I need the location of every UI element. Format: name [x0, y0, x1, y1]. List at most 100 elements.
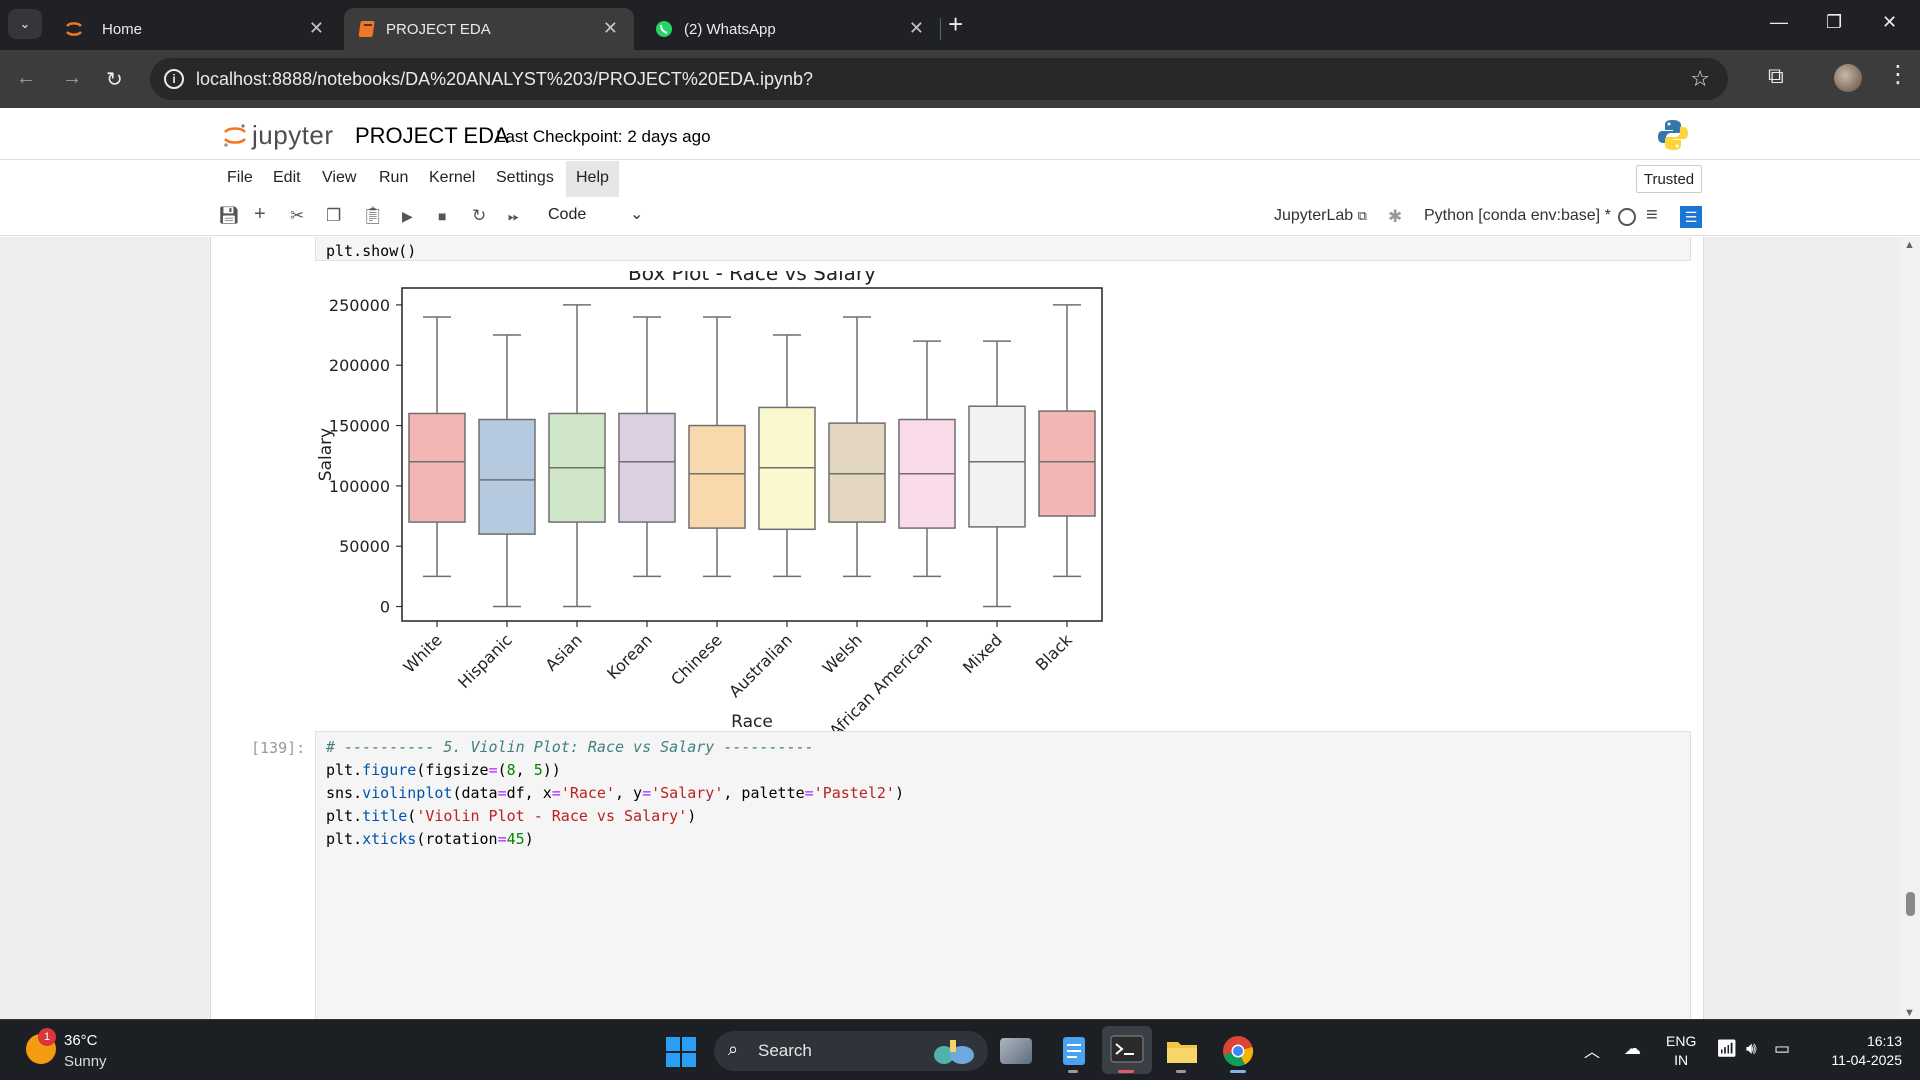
taskbar-search[interactable]: ⌕ Search: [714, 1031, 988, 1071]
active-indicator: [1118, 1070, 1134, 1073]
last-checkpoint: Last Checkpoint: 2 days ago: [496, 127, 711, 146]
scroll-up-icon[interactable]: ▲: [1904, 239, 1915, 251]
notepad-icon[interactable]: [1056, 1033, 1092, 1069]
task-view-icon[interactable]: [1000, 1038, 1032, 1064]
chart-title: Box Plot - Race vs Salary: [628, 271, 876, 285]
box-plot-output: Box Plot - Race vs Salary Race Salary 0 5…: [316, 271, 1103, 731]
menu-file[interactable]: File: [227, 169, 253, 187]
system-clock[interactable]: 16:13 11-04-2025: [1816, 1032, 1902, 1070]
bookmark-star-icon[interactable]: ☆: [1690, 66, 1710, 92]
menu-run[interactable]: Run: [379, 169, 408, 187]
paste-clipboard-icon[interactable]: 📋︎: [362, 206, 384, 226]
language-indicator[interactable]: ENG IN: [1666, 1032, 1696, 1070]
close-icon[interactable]: ✕: [309, 18, 324, 39]
extensions-puzzle-icon[interactable]: ⧉: [1768, 63, 1784, 89]
toc-list-icon[interactable]: ≡: [1646, 204, 1658, 227]
cell-type-select[interactable]: Code: [548, 206, 586, 224]
whatsapp-favicon-icon: [656, 21, 672, 37]
x-tick-label: Chinese: [667, 630, 726, 689]
browser-tab-bar: ⌄ Home ✕ PROJECT EDA ✕ (2) WhatsApp ✕ + …: [0, 0, 1920, 50]
notebook-favicon-icon: [358, 21, 375, 37]
box-white: [408, 412, 466, 523]
kernel-name[interactable]: Python [conda env:base] *: [1424, 207, 1611, 225]
open-jupyterlab-link[interactable]: JupyterLab ⧉: [1274, 207, 1367, 225]
file-explorer-folder-icon[interactable]: [1164, 1033, 1200, 1069]
menu-settings[interactable]: Settings: [496, 169, 554, 187]
tab-whatsapp[interactable]: (2) WhatsApp ✕: [640, 8, 940, 50]
y-tick-label: 0: [380, 598, 390, 617]
menu-edit[interactable]: Edit: [273, 169, 301, 187]
minimize-icon[interactable]: —: [1770, 12, 1788, 33]
chrome-icon[interactable]: [1220, 1033, 1256, 1069]
browser-menu-dots-icon[interactable]: ⋮: [1886, 60, 1910, 89]
notebook-area: plt.show() Box Plot - Race vs Salary Rac…: [0, 237, 1920, 1019]
code-line: plt.show(): [326, 242, 416, 260]
code-cell-violin[interactable]: # ---------- 5. Violin Plot: Race vs Sal…: [315, 731, 1691, 1019]
jupyter-logo-text: jupyter: [252, 119, 334, 150]
run-play-icon[interactable]: ▶: [402, 208, 413, 225]
onedrive-cloud-icon[interactable]: ☁: [1624, 1039, 1641, 1059]
code-line: plt.title('Violin Plot - Race vs Salary'…: [326, 807, 697, 825]
close-icon[interactable]: ✕: [909, 18, 924, 39]
box-korean: [618, 412, 676, 523]
notebook-scrollbar[interactable]: ▲ ▼: [1900, 237, 1920, 1019]
terminal-icon[interactable]: [1102, 1026, 1152, 1074]
weather-temperature[interactable]: 36°C: [64, 1032, 98, 1049]
y-axis-label: Salary: [316, 428, 336, 481]
search-label: Search: [758, 1041, 812, 1060]
jupyterlab-label: JupyterLab: [1274, 207, 1354, 224]
search-icon: ⌕: [728, 1039, 739, 1059]
weather-description[interactable]: Sunny: [64, 1053, 107, 1070]
profile-avatar[interactable]: [1834, 64, 1862, 92]
start-windows-icon[interactable]: [666, 1037, 696, 1067]
tab-search-dropdown-icon[interactable]: ⌄: [8, 9, 42, 39]
x-tick-label: Asian: [542, 630, 586, 674]
y-tick-label: 150000: [329, 417, 390, 436]
site-info-icon[interactable]: i: [164, 69, 184, 89]
forward-arrow-icon[interactable]: →: [62, 67, 82, 90]
region-code: IN: [1674, 1052, 1689, 1068]
tab-home[interactable]: Home ✕: [44, 8, 340, 50]
back-arrow-icon[interactable]: ←: [16, 67, 36, 90]
trusted-badge[interactable]: Trusted: [1636, 165, 1702, 193]
tab-separator: [940, 18, 941, 40]
wifi-icon[interactable]: 📶︎: [1716, 1039, 1738, 1059]
show-hidden-icons-chevron-icon[interactable]: ︿: [1584, 1038, 1600, 1062]
reload-icon[interactable]: ↻: [106, 67, 123, 92]
new-tab-plus-icon[interactable]: +: [948, 10, 963, 38]
menu-kernel[interactable]: Kernel: [429, 169, 475, 187]
stop-square-icon[interactable]: ■: [438, 208, 446, 224]
window-close-icon[interactable]: ✕: [1882, 12, 1897, 33]
debugger-bug-icon[interactable]: ✱: [1388, 207, 1402, 227]
jupyter-logo[interactable]: jupyter: [222, 120, 334, 150]
notebook-page: plt.show() Box Plot - Race vs Salary Rac…: [210, 237, 1704, 1019]
insert-cell-plus-icon[interactable]: +: [254, 203, 266, 226]
notebook-title[interactable]: PROJECT EDA: [355, 123, 509, 149]
y-tick-label: 250000: [329, 296, 390, 315]
x-axis-label: Race: [731, 712, 773, 731]
code-line: plt.xticks(rotation=45): [326, 830, 534, 848]
x-tick-label: White: [399, 630, 445, 676]
menu-help[interactable]: Help: [566, 161, 619, 197]
kernel-status-icon: [1618, 208, 1636, 226]
url-text[interactable]: localhost:8888/notebooks/DA%20ANALYST%20…: [196, 69, 813, 90]
chevron-down-icon[interactable]: ⌄: [630, 204, 643, 224]
close-icon[interactable]: ✕: [603, 18, 618, 39]
scrollbar-thumb[interactable]: [1906, 892, 1915, 916]
battery-icon[interactable]: ▭: [1774, 1039, 1790, 1059]
menu-view[interactable]: View: [322, 169, 356, 187]
jupyter-logo-icon: [224, 124, 246, 147]
omnibox[interactable]: i localhost:8888/notebooks/DA%20ANALYST%…: [150, 58, 1728, 100]
restore-icon[interactable]: ❐: [1826, 12, 1842, 33]
python-logo-icon: [1658, 120, 1688, 150]
restart-kernel-icon[interactable]: ↻: [472, 206, 486, 226]
cut-scissors-icon[interactable]: ✂: [290, 206, 304, 226]
copy-icon[interactable]: ❐: [326, 206, 341, 226]
tab-project-eda[interactable]: PROJECT EDA ✕: [344, 8, 634, 50]
code-cell-prev[interactable]: plt.show(): [315, 237, 1691, 261]
scroll-down-icon[interactable]: ▼: [1904, 1007, 1915, 1019]
fast-forward-icon[interactable]: ⏩︎: [508, 208, 519, 225]
property-inspector-icon[interactable]: ☰: [1680, 206, 1702, 228]
save-icon[interactable]: 💾︎: [218, 206, 240, 226]
volume-icon[interactable]: 🔊︎: [1746, 1039, 1757, 1059]
